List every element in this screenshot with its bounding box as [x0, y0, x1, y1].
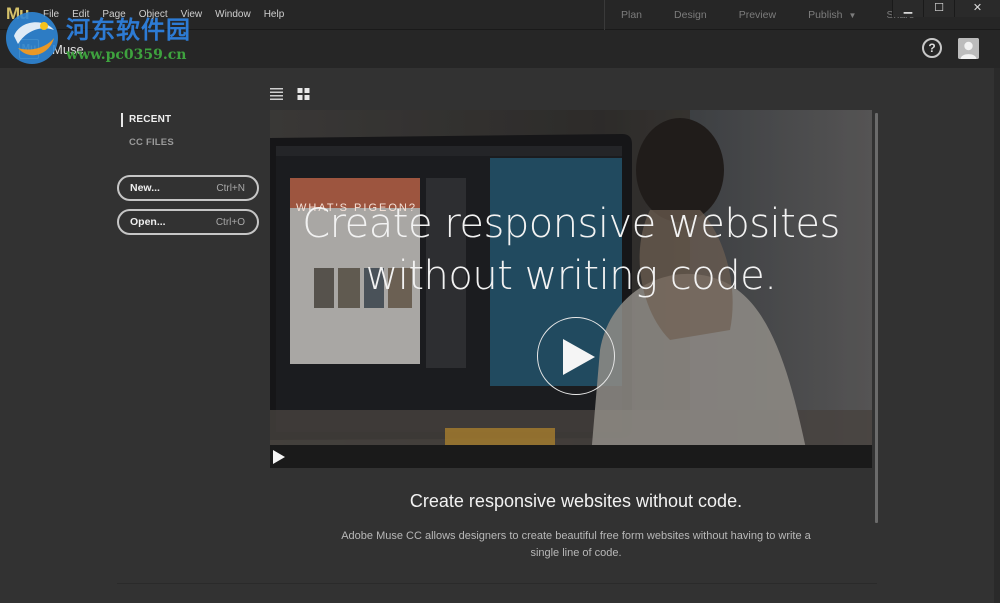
sidebar-nav: RECENT CC FILES: [121, 113, 174, 148]
welcome-screen: RECENT CC FILES New... Ctrl+N Open... Ct…: [0, 68, 1000, 603]
publish-dropdown-icon[interactable]: ▼: [849, 11, 857, 20]
play-icon: [563, 339, 595, 375]
menu-help[interactable]: Help: [264, 9, 285, 20]
window-controls: ▁ ☐ ✕: [892, 0, 1000, 17]
mode-preview[interactable]: Preview: [723, 9, 792, 21]
small-play-icon[interactable]: [272, 450, 286, 464]
user-avatar-icon[interactable]: [958, 38, 979, 59]
intro-video[interactable]: WHAT'S PIGEON? Create responsive website…: [270, 110, 872, 468]
menu-window[interactable]: Window: [215, 9, 251, 20]
watermark-text: 河东软件园: [66, 16, 191, 44]
open-button-shortcut: Ctrl+O: [215, 216, 245, 228]
list-view-icon[interactable]: [270, 88, 283, 100]
video-headline: Create responsive websites without writi…: [302, 201, 840, 299]
new-site-button[interactable]: New... Ctrl+N: [117, 175, 259, 201]
mode-plan[interactable]: Plan: [605, 9, 658, 21]
play-button[interactable]: [537, 317, 615, 395]
close-button[interactable]: ✕: [954, 0, 1000, 17]
mode-design[interactable]: Design: [658, 9, 723, 21]
caption-body: Adobe Muse CC allows designers to create…: [341, 530, 811, 559]
maximize-button[interactable]: ☐: [923, 0, 954, 17]
mode-switcher: Plan Design Preview Publish ▼ Share: [604, 0, 930, 30]
help-icon[interactable]: ?: [922, 38, 942, 58]
video-control-bar: [270, 445, 872, 468]
caption-title: Create responsive websites without code.: [409, 491, 743, 511]
grid-view-icon[interactable]: [297, 88, 310, 100]
sidebar-item-cc-files[interactable]: CC FILES: [121, 137, 174, 148]
open-site-button[interactable]: Open... Ctrl+O: [117, 209, 259, 235]
new-button-label: New...: [130, 182, 160, 194]
content-scrollbar[interactable]: [875, 113, 878, 523]
minimize-button[interactable]: ▁: [892, 0, 923, 17]
watermark-logo-icon: [4, 8, 64, 73]
open-button-label: Open...: [130, 216, 166, 228]
window-scrollbar[interactable]: [994, 68, 1000, 603]
watermark-url: www.pc0359.cn: [66, 47, 187, 63]
divider: [117, 583, 877, 584]
new-button-shortcut: Ctrl+N: [216, 182, 245, 194]
sidebar-item-recent[interactable]: RECENT: [121, 113, 174, 127]
